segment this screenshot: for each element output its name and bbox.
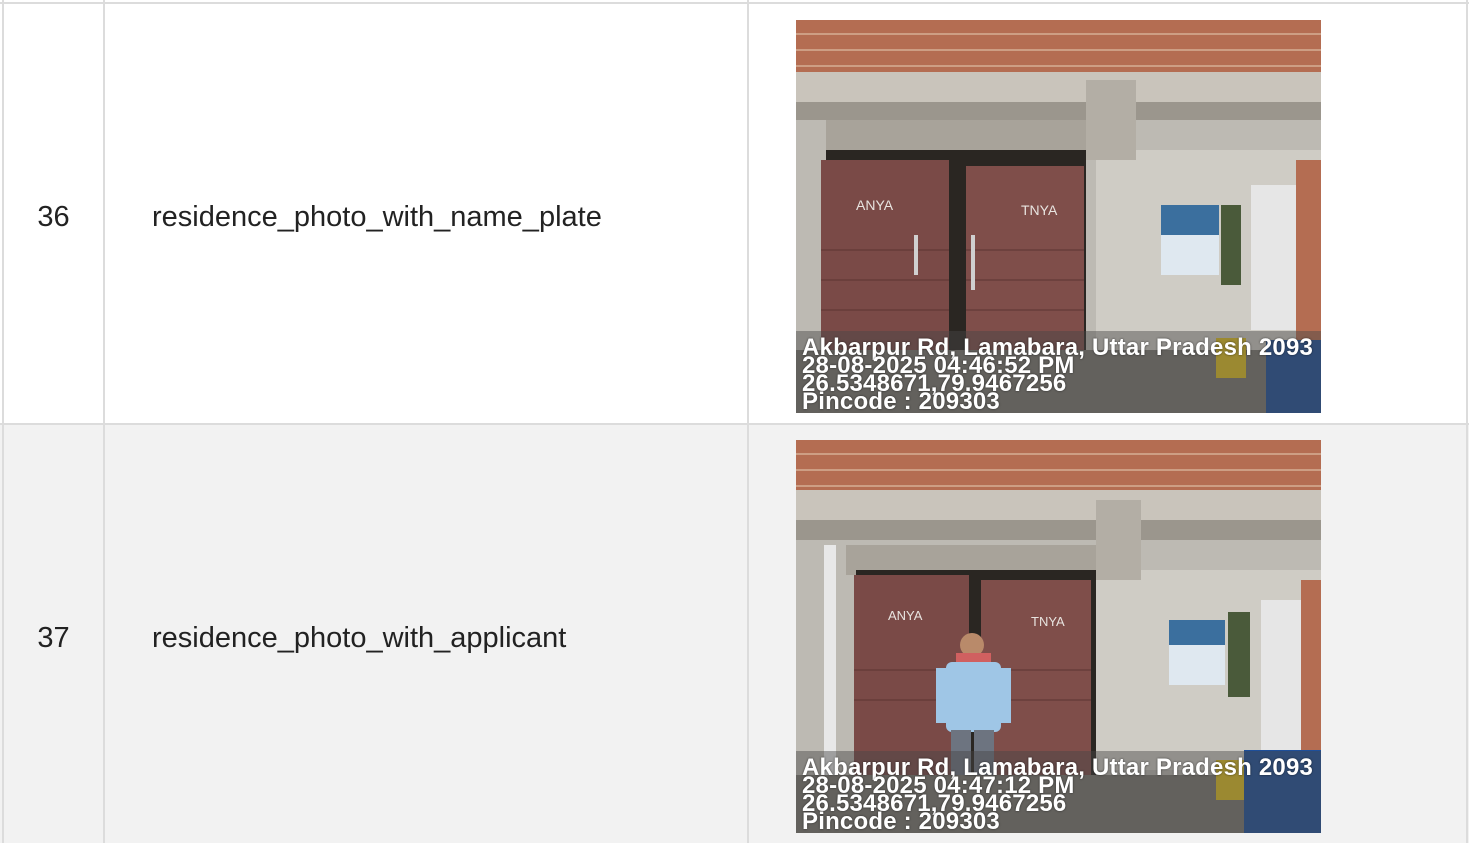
- row-number: 37: [37, 622, 70, 654]
- row-divider: [0, 423, 1469, 425]
- table-border-top: [0, 2, 1469, 4]
- document-table: 36 residence_photo_with_name_plate ANYA …: [0, 0, 1469, 843]
- residence-photo[interactable]: ANYA TNYA Akbarpur Rd, Lamabara, Uttar P…: [796, 440, 1321, 833]
- column-divider: [1466, 0, 1468, 843]
- door-plate-left: ANYA: [856, 197, 894, 213]
- column-divider: [747, 0, 749, 843]
- door-plate-right: TNYA: [1021, 202, 1058, 218]
- table-row: 37 residence_photo_with_applicant ANYA T…: [0, 424, 1469, 843]
- photo-geo-stamp: Akbarpur Rd, Lamabara, Uttar Pradesh 209…: [802, 756, 1313, 834]
- document-label: residence_photo_with_name_plate: [152, 201, 602, 233]
- photo-geo-stamp: Akbarpur Rd, Lamabara, Uttar Pradesh 209…: [802, 336, 1313, 414]
- column-divider: [103, 0, 105, 843]
- document-label: residence_photo_with_applicant: [152, 622, 567, 654]
- row-number: 36: [37, 201, 70, 233]
- door-plate-right: TNYA: [1031, 614, 1065, 629]
- column-divider: [2, 0, 4, 843]
- residence-photo[interactable]: ANYA TNYA Akbarpur Rd, Lamabara, Uttar P…: [796, 20, 1321, 413]
- door-plate-left: ANYA: [888, 608, 923, 623]
- table-row: 36 residence_photo_with_name_plate ANYA …: [0, 0, 1469, 424]
